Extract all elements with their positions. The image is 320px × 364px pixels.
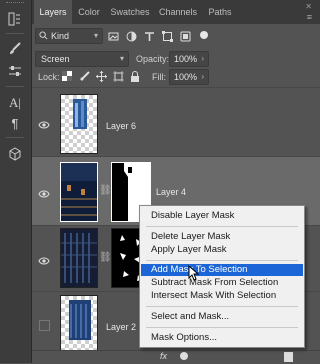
menu-divider [146, 306, 298, 307]
search-icon [39, 29, 48, 44]
chevron-down-icon: ▾ [119, 54, 124, 63]
visibility-toggle-empty[interactable] [39, 320, 50, 331]
menu-item-disable-layer-mask[interactable]: Disable Layer Mask [141, 210, 303, 222]
smart-object-filter-icon[interactable] [178, 29, 192, 43]
blend-mode-select[interactable]: Screen ▾ [35, 51, 129, 67]
character-icon[interactable]: A| [5, 94, 25, 112]
lock-label: Lock: [38, 72, 60, 82]
layer-thumbnail[interactable] [60, 295, 98, 355]
layer-thumbnail[interactable] [60, 94, 98, 154]
fill-value: 100% [174, 72, 198, 82]
tab-channels[interactable]: Channels [154, 0, 202, 24]
layer-row[interactable]: Layer 6 [32, 87, 320, 157]
paragraph-icon[interactable]: ¶ [5, 114, 25, 132]
opacity-label: Opacity: [136, 54, 170, 64]
tab-color[interactable]: Color [72, 0, 106, 24]
chevron-right-icon: › [201, 54, 204, 63]
panel-tab-bar: Layers Color Swatches Channels Paths ✕ ≡ [32, 0, 320, 24]
pixel-filter-icon[interactable] [106, 29, 120, 43]
menu-item-mask-options[interactable]: Mask Options... [141, 332, 303, 344]
chevron-down-icon: ▾ [93, 31, 98, 40]
lock-transparent-icon[interactable] [61, 70, 73, 82]
menu-item-apply-layer-mask[interactable]: Apply Layer Mask [141, 244, 303, 256]
brush-icon[interactable] [5, 40, 25, 58]
layer-thumbnail[interactable] [60, 228, 98, 288]
adjustment-filter-icon[interactable] [124, 29, 138, 43]
opacity-value: 100% [174, 54, 198, 64]
menu-item-intersect-mask-with-selection[interactable]: Intersect Mask With Selection [141, 290, 303, 302]
fill-field[interactable]: 100% › [169, 69, 209, 85]
mask-link-icon[interactable]: ⛓ [99, 252, 112, 264]
3d-cube-icon[interactable] [5, 145, 25, 163]
opacity-field[interactable]: 100% › [169, 51, 209, 67]
fill-label: Fill: [152, 72, 166, 82]
menu-item-add-mask-to-selection[interactable]: Add Mask To Selection [141, 264, 303, 276]
menu-divider [146, 327, 298, 328]
blend-mode-value: Screen [41, 54, 70, 64]
visibility-eye-icon[interactable] [38, 120, 50, 130]
layer-thumbnail[interactable] [60, 162, 98, 222]
mask-link-icon[interactable]: ⛓ [99, 185, 112, 197]
menu-divider [146, 260, 298, 261]
close-panel-icon[interactable]: ✕ [305, 2, 312, 11]
panel-menu-icon[interactable]: ≡ [307, 12, 312, 22]
lock-artboard-icon[interactable] [112, 70, 124, 82]
tab-layers[interactable]: Layers [34, 0, 72, 24]
filter-toggle-icon[interactable] [200, 31, 208, 39]
adjustments-icon[interactable] [5, 62, 25, 80]
menu-item-subtract-mask-from-selection[interactable]: Subtract Mask From Selection [141, 277, 303, 289]
menu-item-delete-layer-mask[interactable]: Delete Layer Mask [141, 231, 303, 243]
layer-name[interactable]: Layer 2 [106, 322, 136, 332]
layer-name[interactable]: Layer 6 [106, 121, 136, 131]
lock-position-icon[interactable] [95, 70, 107, 82]
tab-swatches[interactable]: Swatches [106, 0, 154, 24]
mouse-cursor-icon [188, 265, 200, 281]
type-filter-icon[interactable] [142, 29, 156, 43]
layers-bottom-bar: fx [32, 350, 320, 364]
delete-layer-icon[interactable] [284, 352, 293, 362]
lock-image-icon[interactable] [79, 70, 91, 82]
layer-mask-context-menu: Disable Layer Mask Delete Layer Mask App… [139, 205, 305, 348]
grip-handle[interactable] [6, 2, 24, 6]
tool-strip: A| ¶ [0, 0, 32, 363]
menu-divider [146, 226, 298, 227]
add-mask-icon[interactable] [180, 352, 188, 360]
layer-name[interactable]: Layer 4 [156, 187, 186, 197]
history-icon[interactable] [5, 10, 25, 28]
fx-button[interactable]: fx [160, 351, 167, 361]
tab-paths[interactable]: Paths [202, 0, 238, 24]
chevron-right-icon: › [201, 72, 204, 81]
visibility-eye-icon[interactable] [38, 189, 50, 199]
visibility-eye-icon[interactable] [38, 256, 50, 266]
menu-item-select-and-mask[interactable]: Select and Mask... [141, 311, 303, 323]
lock-all-icon[interactable] [129, 70, 141, 82]
filter-kind-select[interactable]: Kind ▾ [35, 28, 103, 44]
filter-kind-label: Kind [51, 31, 70, 41]
shape-filter-icon[interactable] [160, 29, 174, 43]
